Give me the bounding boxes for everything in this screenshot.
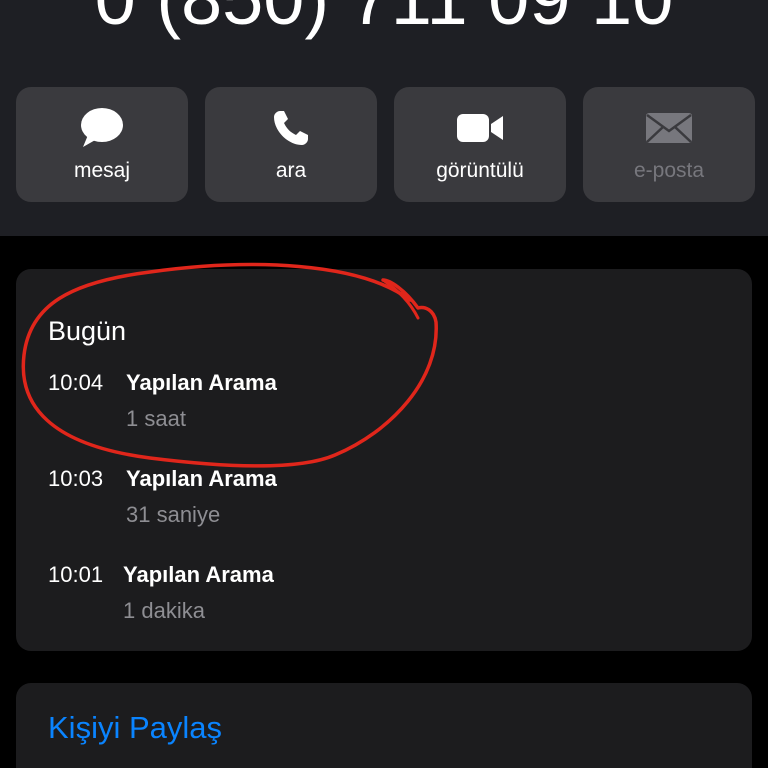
call-duration: 31 saniye [126, 502, 221, 527]
share-contact-card: Kişiyi Paylaş [16, 683, 752, 768]
video-label: görüntülü [436, 159, 524, 182]
call-duration: 1 saat [126, 406, 186, 431]
day-title: Bugün [48, 316, 127, 346]
call-duration: 1 dakika [123, 598, 205, 623]
video-button[interactable]: görüntülü [394, 87, 566, 202]
call-type: Yapılan Arama [126, 370, 277, 395]
share-contact-button[interactable]: Kişiyi Paylaş [48, 709, 222, 747]
message-button[interactable]: mesaj [16, 87, 188, 202]
message-label: mesaj [73, 159, 131, 182]
call-time: 10:03 [48, 466, 104, 491]
call-time: 10:01 [48, 562, 104, 587]
video-camera-icon [394, 107, 566, 149]
recent-calls-card: Bugün 10:04 Yapılan Arama 1 saat 10:03 Y… [16, 269, 752, 651]
email-button[interactable]: e-posta [583, 87, 755, 202]
call-entry: 10:01 Yapılan Arama 1 dakika [48, 561, 698, 625]
call-entry: 10:04 Yapılan Arama 1 saat [48, 369, 698, 433]
call-entry: 10:03 Yapılan Arama 31 saniye [48, 465, 698, 529]
contact-screen: 0 (850) 711 09 10 mesaj ara [0, 0, 768, 768]
call-type: Yapılan Arama [126, 466, 277, 491]
envelope-icon [583, 107, 755, 149]
call-label: ara [275, 159, 307, 182]
message-bubble-icon [16, 107, 188, 149]
call-time: 10:04 [48, 370, 104, 395]
phone-icon [205, 107, 377, 149]
call-button[interactable]: ara [205, 87, 377, 202]
email-label: e-posta [633, 159, 705, 182]
phone-number: 0 (850) 711 09 10 [0, 0, 768, 44]
call-type: Yapılan Arama [123, 562, 274, 587]
action-buttons: mesaj ara görüntülü e-posta [16, 87, 755, 202]
contact-header: 0 (850) 711 09 10 mesaj ara [0, 0, 768, 236]
